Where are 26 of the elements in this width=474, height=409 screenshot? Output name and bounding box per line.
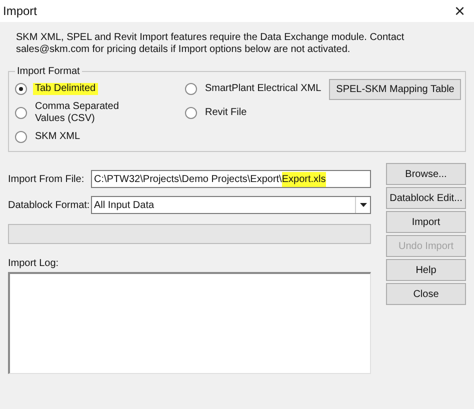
window-title: Import [3,3,38,20]
field-label: Import From File: [8,172,86,186]
notice-text: SKM XML, SPEL and Revit Import features require the Data Exchange module. Contact sales@skm.com for pricing details if Import options below are not activated. [15,32,406,56]
radio-button[interactable] [15,107,27,119]
close-button[interactable]: × [448,2,471,20]
radio-button[interactable] [185,83,197,95]
import-log-label: Import Log: [8,257,60,271]
caret-icon [355,197,370,213]
mapping-table-button[interactable]: SPEL-SKM Mapping Table [329,78,462,100]
file-path-field[interactable]: C:\PTW32\Projects\Demo Projects\Export\Export.xls [91,170,371,188]
dialog-button[interactable]: Browse... [386,163,466,185]
radio-button[interactable] [185,107,197,119]
datablock-format-dropdown[interactable]: All Input Data [91,196,371,214]
radio-label: SKM XML [34,131,82,143]
radio-label: Comma Separated Values (CSV) [34,101,120,125]
dialog-button[interactable]: Datablock Edit... [386,187,466,209]
radio-button[interactable] [15,131,27,143]
radio-button[interactable] [15,83,27,95]
group-legend: Import Format [15,64,82,79]
radio-label: SmartPlant Electrical XML [204,83,322,95]
dialog-button[interactable]: Import [386,211,466,233]
dialog-button[interactable]: Close [386,283,466,305]
field-label: Datablock Format: [8,198,91,212]
dialog-button[interactable]: Help [386,259,466,281]
radio-label: Revit File [204,107,248,119]
radio-label: Tab Delimited [33,83,98,95]
